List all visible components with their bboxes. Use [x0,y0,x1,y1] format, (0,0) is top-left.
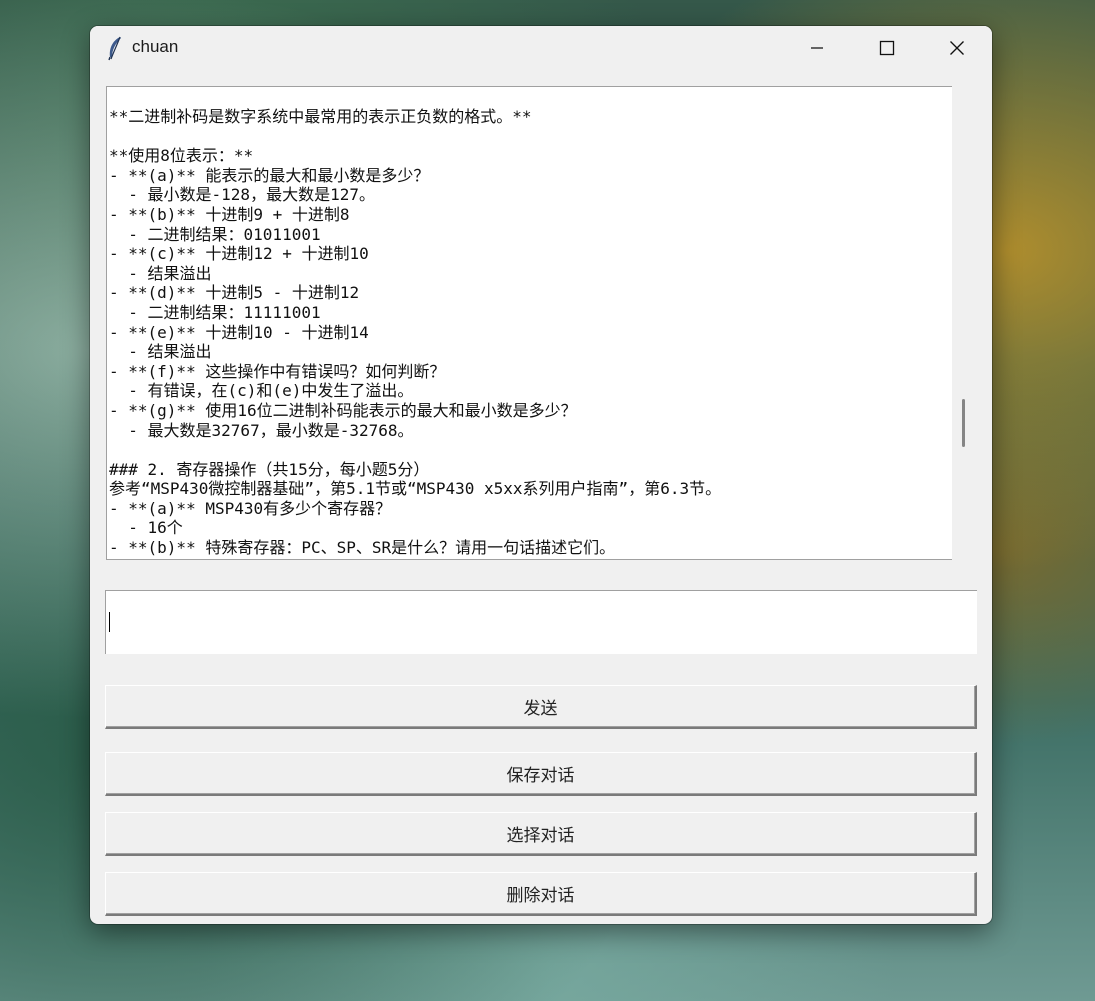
chat-line: - 结果溢出 [109,342,212,362]
maximize-button[interactable] [852,26,922,70]
chat-line: - 二进制结果：11111001 [109,302,321,322]
chat-line: - **(c)** 十进制12 + 十进制10 [109,244,369,264]
chat-line: 参考“MSP430微控制器基础”，第5.1节或“MSP430 x5xx系列用户指… [109,479,722,499]
chat-line: - **(a)** MSP430有多少个寄存器？ [109,498,392,518]
send-button[interactable]: 发送 [105,685,977,729]
chat-line: - **(g)** 使用16位二进制补码能表示的最大和最小数是多少？ [109,400,577,420]
chat-line: - **(a)** 能表示的最大和最小数是多少？ [109,165,430,185]
chat-line: - 二进制结果：01011001 [109,224,321,244]
chat-line: - **(b)** 十进制9 + 十进制8 [109,204,350,224]
chat-text: **二进制补码是数字系统中最常用的表示正负数的格式。** **使用8位表示：**… [107,87,952,558]
chat-scrollbar[interactable] [952,86,976,560]
chat-line: - **(e)** 十进制10 - 十进制14 [109,322,369,342]
window-title: chuan [132,37,179,56]
minimize-button[interactable] [782,26,852,70]
app-window: chuan **二进制补码是数字系统中最常用的表示正负数的格式。** **使用8… [90,26,992,924]
save-conversation-button[interactable]: 保存对话 [105,752,977,796]
text-caret [109,612,110,632]
title-bar[interactable]: chuan [90,26,992,70]
chat-line: - 结果溢出 [109,263,212,283]
chat-line: - 最大数是32767，最小数是-32768。 [109,420,414,440]
minimize-icon [811,47,823,49]
chat-line: - 有错误，在(c)和(e)中发生了溢出。 [109,381,414,401]
maximize-icon [879,40,895,56]
chat-line: - **(d)** 十进制5 - 十进制12 [109,283,360,303]
chat-line: - **(f)** 这些操作中有错误吗？如何判断？ [109,361,446,381]
chat-history[interactable]: **二进制补码是数字系统中最常用的表示正负数的格式。** **使用8位表示：**… [106,86,952,560]
feather-icon [108,36,121,61]
chat-line: - 最小数是-128，最大数是127。 [109,185,375,205]
message-input[interactable] [105,590,977,654]
chat-line: - 16个 [109,518,183,538]
chat-line: **二进制补码是数字系统中最常用的表示正负数的格式。** [109,107,532,126]
close-icon [950,41,964,55]
chat-line: - **(b)** 特殊寄存器：PC、SP、SR是什么？请用一句话描述它们。 [109,538,616,558]
chat-line: ### 2. 寄存器操作（共15分，每小题5分） [109,459,430,479]
select-conversation-button[interactable]: 选择对话 [105,812,977,856]
delete-conversation-button[interactable]: 删除对话 [105,872,977,916]
close-button[interactable] [922,26,992,70]
chat-line: **使用8位表示：** [109,146,254,166]
scrollbar-thumb[interactable] [962,399,965,447]
